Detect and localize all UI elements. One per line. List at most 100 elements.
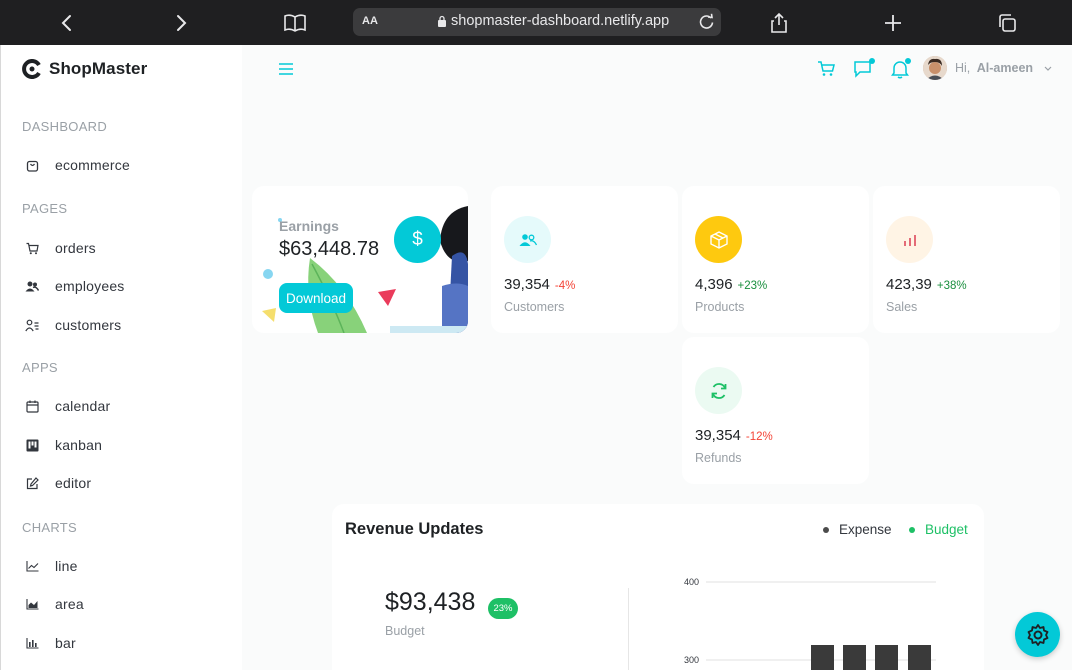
sidebar-item-employees[interactable]: employees	[25, 275, 125, 297]
edit-icon	[25, 476, 39, 490]
kanban-icon	[25, 438, 39, 452]
sidebar-item-label: employees	[55, 278, 125, 294]
revenue-chart: 400 300	[684, 577, 936, 670]
address-bar[interactable]: AA shopmaster-dashboard.netlify.app	[353, 8, 721, 36]
plus-icon	[885, 15, 901, 31]
legend-dot	[909, 526, 915, 533]
chevron-left-icon	[61, 15, 71, 31]
stat-value: 39,354 -12%	[695, 427, 773, 444]
legend-expense: Expense	[823, 522, 892, 537]
brand-name: ShopMaster	[49, 59, 148, 78]
settings-button[interactable]	[1015, 612, 1060, 657]
share-button[interactable]	[765, 9, 793, 37]
sidebar-item-label: calendar	[55, 398, 111, 414]
section-title-charts: CHARTS	[22, 520, 78, 535]
budget-label: Budget	[385, 624, 425, 638]
sidebar-item-customers[interactable]: customers	[25, 314, 121, 336]
download-button[interactable]: Download	[279, 283, 353, 313]
sidebar-item-area[interactable]: area	[25, 593, 84, 615]
notification-dot	[869, 58, 875, 64]
chat-button[interactable]	[853, 58, 875, 86]
cart-button[interactable]	[817, 60, 837, 86]
sidebar-item-label: ecommerce	[55, 157, 130, 173]
customers-icon	[25, 318, 39, 332]
greeting-text: Hi,	[955, 61, 971, 75]
shopmaster-logo-icon	[22, 59, 41, 79]
divider	[628, 588, 629, 670]
sidebar-item-line[interactable]: line	[25, 555, 78, 577]
sidebar-item-orders[interactable]: orders	[25, 237, 96, 259]
main-content: Hi, Al-ameen Earnings $63,448.78 $ Downl…	[242, 45, 1072, 670]
dollar-symbol: $	[412, 228, 423, 250]
earnings-value: $63,448.78	[279, 238, 380, 260]
sidebar-item-label: bar	[55, 635, 76, 651]
bookmarks-button[interactable]	[281, 9, 309, 37]
budget-badge: 23%	[488, 598, 518, 619]
notification-dot	[905, 58, 911, 64]
sidebar-item-label: kanban	[55, 437, 103, 453]
legend-dot	[823, 526, 829, 533]
sidebar-item-label: editor	[55, 475, 92, 491]
stat-change: +38%	[936, 280, 967, 292]
chart-bar	[811, 645, 834, 670]
area-chart-icon	[25, 597, 39, 611]
sidebar-item-kanban[interactable]: kanban	[25, 434, 102, 456]
username: Al-ameen	[976, 61, 1034, 75]
y-tick-label: 300	[684, 655, 699, 665]
budget-value: $93,438	[385, 588, 476, 616]
sidebar-item-bar[interactable]: bar	[25, 632, 76, 654]
chart-bar	[875, 645, 898, 670]
legend-label: Expense	[839, 522, 892, 537]
bar-chart-icon	[25, 636, 39, 650]
menu-toggle-button[interactable]	[278, 62, 294, 81]
browser-toolbar: AA shopmaster-dashboard.netlify.app	[0, 0, 1072, 45]
back-button[interactable]	[53, 9, 81, 37]
legend-label: Budget	[925, 522, 968, 537]
refresh-icon[interactable]	[695, 367, 742, 414]
avatar[interactable]	[923, 56, 947, 80]
stat-label: Sales	[886, 300, 918, 314]
gear-icon	[1027, 623, 1048, 646]
shopping-bag-icon	[25, 158, 39, 172]
customers-icon[interactable]	[504, 216, 551, 263]
legend-budget: Budget	[909, 522, 968, 537]
dollar-icon: $	[394, 216, 441, 263]
tabs-icon	[999, 14, 1016, 32]
new-tab-button[interactable]	[879, 9, 907, 37]
stat-change: +23%	[737, 280, 768, 292]
notifications-button[interactable]	[891, 58, 911, 86]
chevron-right-icon	[177, 15, 187, 31]
share-icon	[771, 12, 787, 33]
revenue-updates-card: Revenue Updates Expense Budget $93,438 2…	[332, 504, 984, 670]
brand-logo[interactable]: ShopMaster	[22, 59, 147, 79]
user-menu[interactable]: Hi, Al-ameen	[955, 61, 1052, 75]
earnings-label: Earnings	[279, 218, 339, 234]
stat-card-products: 4,396 +23% Products	[682, 186, 869, 333]
forward-button[interactable]	[167, 9, 195, 37]
sidebar-item-label: customers	[55, 317, 122, 333]
section-title-apps: APPS	[22, 360, 58, 375]
chart-bar	[843, 645, 866, 670]
section-title-pages: PAGES	[22, 201, 68, 216]
earnings-card: Earnings $63,448.78 $ Download	[252, 186, 468, 333]
reader-text-size-button[interactable]: AA	[362, 15, 378, 27]
book-icon	[284, 14, 306, 32]
sidebar-item-ecommerce[interactable]: ecommerce	[25, 154, 130, 176]
calendar-icon	[25, 399, 39, 413]
revenue-title: Revenue Updates	[345, 520, 484, 538]
stat-value: 39,354 -4%	[504, 276, 575, 293]
sidebar-item-calendar[interactable]: calendar	[25, 395, 110, 417]
bar-chart-icon[interactable]	[886, 216, 933, 263]
stat-number: 39,354	[504, 276, 550, 293]
stat-number: 39,354	[695, 427, 741, 444]
stat-number: 423,39	[886, 276, 932, 293]
box-icon[interactable]	[695, 216, 742, 263]
stat-card-customers: 39,354 -4% Customers	[491, 186, 678, 333]
sidebar-item-editor[interactable]: editor	[25, 472, 91, 494]
line-chart-icon	[25, 559, 39, 573]
stat-change: -12%	[745, 431, 773, 443]
reload-icon[interactable]	[698, 13, 715, 30]
stat-card-refunds: 39,354 -12% Refunds	[682, 337, 869, 484]
tabs-overview-button[interactable]	[993, 9, 1021, 37]
chevron-down-icon	[1044, 66, 1051, 71]
